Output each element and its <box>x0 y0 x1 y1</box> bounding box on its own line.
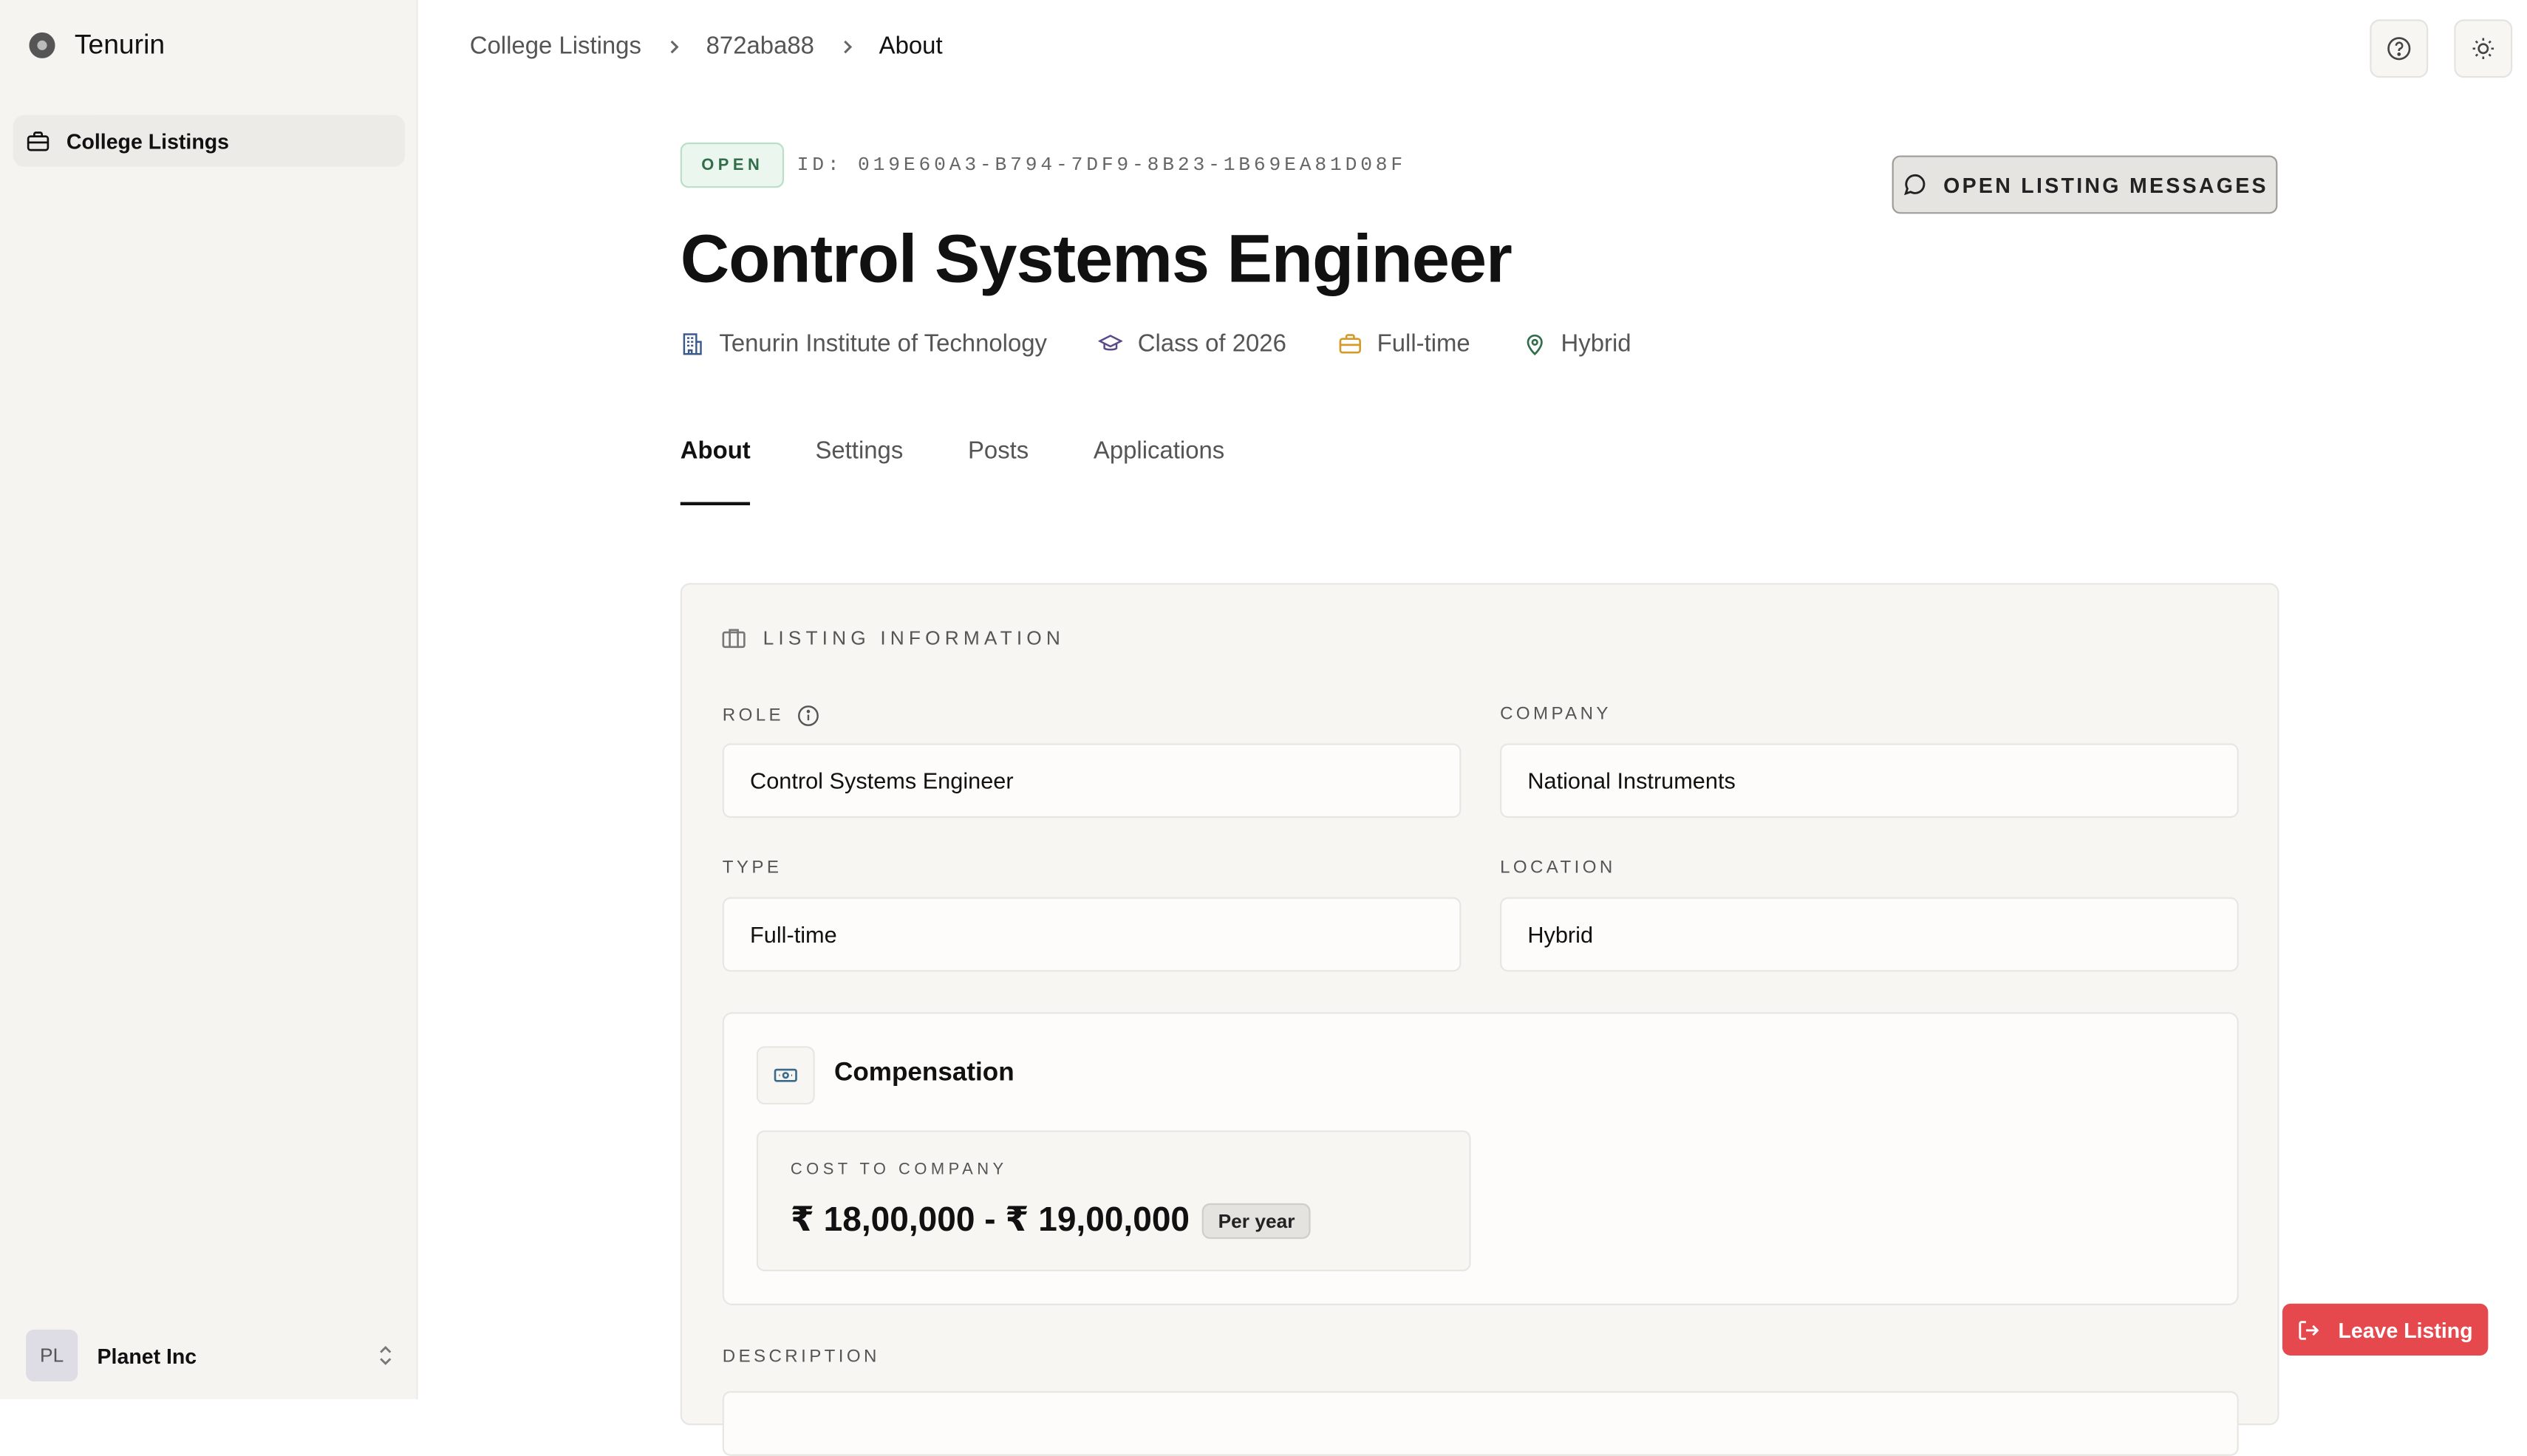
cost-to-company-label: COST TO COMPANY <box>790 1161 1008 1179</box>
message-circle-icon <box>1903 174 1925 196</box>
log-out-icon <box>2299 1320 2320 1339</box>
account-name: Planet Inc <box>97 1343 197 1368</box>
chevron-right-icon <box>843 39 852 53</box>
meta-institute: Tenurin Institute of Technology <box>681 330 1047 358</box>
briefcase-icon <box>27 131 50 151</box>
briefcase-icon <box>722 629 746 649</box>
breadcrumb-item-current: About <box>879 32 943 61</box>
section-heading: LISTING INFORMATION <box>721 625 1065 651</box>
compensation-card: Compensation COST TO COMPANY ₹ 18,00,000… <box>722 1012 2239 1305</box>
description-field[interactable] <box>722 1391 2239 1456</box>
chevron-right-icon <box>670 39 679 53</box>
breadcrumb: College Listings 872aba88 About <box>470 33 943 60</box>
help-circle-icon <box>2387 37 2411 61</box>
listing-meta: Tenurin Institute of Technology Class of… <box>681 330 1631 358</box>
account-switcher[interactable]: PL Planet Inc <box>26 1329 395 1382</box>
brand-name: Tenurin <box>74 29 166 61</box>
breadcrumb-item-listing-id[interactable]: 872aba88 <box>706 33 814 60</box>
open-listing-messages-button[interactable]: OPEN LISTING MESSAGES <box>1892 155 2278 214</box>
meta-class-label: Class of 2026 <box>1137 330 1286 358</box>
listing-information-card: LISTING INFORMATION ROLE Control Systems… <box>680 583 2279 1456</box>
graduation-cap-icon <box>1099 335 1124 351</box>
type-field[interactable]: Full-time <box>722 897 1462 972</box>
page-title: Control Systems Engineer <box>680 220 1513 297</box>
leave-listing-button[interactable]: Leave Listing <box>2282 1303 2489 1356</box>
tab-applications[interactable]: Applications <box>1094 437 1224 505</box>
role-field[interactable]: Control Systems Engineer <box>722 743 1462 818</box>
section-heading-label: LISTING INFORMATION <box>763 626 1065 650</box>
brand-logo-icon <box>29 32 55 58</box>
meta-institute-label: Tenurin Institute of Technology <box>719 330 1048 358</box>
cost-to-company-value: ₹ 18,00,000 - ₹ 19,00,000 <box>790 1201 1190 1240</box>
meta-location: Hybrid <box>1522 330 1631 358</box>
type-label: TYPE <box>722 858 782 878</box>
breadcrumb-item-college-listings[interactable]: College Listings <box>470 33 641 60</box>
meta-class: Class of 2026 <box>1099 330 1286 358</box>
avatar: PL <box>26 1329 78 1382</box>
location-label: LOCATION <box>1500 858 1616 878</box>
sidebar: Tenurin College Listings PL Planet Inc <box>0 0 418 1400</box>
open-listing-messages-label: OPEN LISTING MESSAGES <box>1943 172 2268 197</box>
tab-posts[interactable]: Posts <box>968 437 1029 505</box>
building-icon <box>683 333 702 355</box>
app-root: Tenurin College Listings PL Planet Inc C… <box>0 0 2527 1456</box>
banknote-icon <box>774 1068 797 1082</box>
info-icon[interactable] <box>797 705 820 728</box>
meta-location-label: Hybrid <box>1561 330 1631 358</box>
sun-icon <box>2472 38 2494 60</box>
meta-type-label: Full-time <box>1377 330 1470 358</box>
compensation-title: Compensation <box>834 1059 1014 1087</box>
map-pin-icon <box>1526 334 1542 356</box>
tab-settings[interactable]: Settings <box>815 437 903 505</box>
role-label-text: ROLE <box>722 705 785 726</box>
briefcase-icon <box>1339 334 1362 354</box>
status-badge: OPEN <box>680 142 785 188</box>
company-field[interactable]: National Instruments <box>1500 743 2239 818</box>
sidebar-item-college-listings[interactable]: College Listings <box>13 115 406 167</box>
cost-to-company-box: COST TO COMPANY ₹ 18,00,000 - ₹ 19,00,00… <box>756 1130 1471 1271</box>
location-field[interactable]: Hybrid <box>1500 897 2239 972</box>
compensation-icon-box <box>756 1046 815 1105</box>
sidebar-item-label: College Listings <box>66 129 230 154</box>
listing-id: ID: 019E60A3-B794-7DF9-8B23-1B69EA81D08F <box>797 154 1407 177</box>
description-label: DESCRIPTION <box>722 1347 880 1367</box>
chevron-up-down-icon <box>380 1345 392 1365</box>
meta-type: Full-time <box>1338 330 1470 358</box>
tab-about[interactable]: About <box>680 437 751 505</box>
theme-toggle-button[interactable] <box>2454 19 2513 78</box>
brand[interactable]: Tenurin <box>29 29 165 61</box>
leave-listing-label: Leave Listing <box>2338 1317 2473 1342</box>
period-badge: Per year <box>1201 1203 1312 1240</box>
role-label: ROLE <box>723 705 819 728</box>
help-button[interactable] <box>2370 19 2429 78</box>
company-label: COMPANY <box>1500 704 1612 724</box>
tab-bar: About Settings Posts Applications <box>680 437 1224 505</box>
